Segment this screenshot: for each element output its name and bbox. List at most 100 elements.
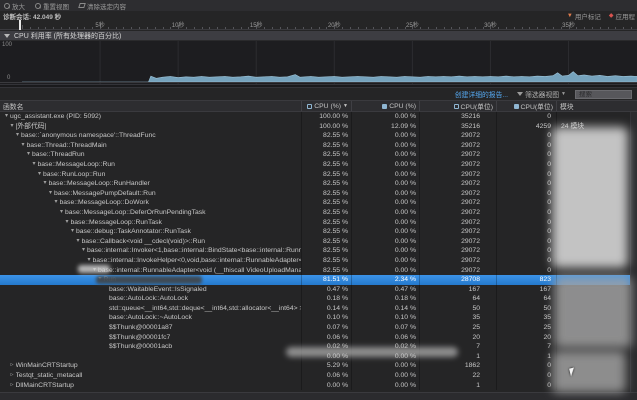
tree-row[interactable]: ▾base::MessagePumpDefault::Run82.55 %0.0… [0, 189, 637, 199]
call-tree-header: 函数名CPU (%)▼CPU (%)CPU(单位)CPU(单位)模块 [0, 100, 637, 112]
section-expander-icon[interactable] [4, 34, 10, 38]
tree-row[interactable]: $$Thunk@00001fc70.06 %0.06 %2020 [0, 333, 637, 343]
column-header-total-cpu-units[interactable]: CPU(单位) [420, 101, 497, 111]
expander-open-icon[interactable]: ▾ [69, 227, 76, 237]
cpu-utilization-chart[interactable]: 100 0 [0, 41, 637, 84]
tree-row[interactable]: ▾base::Callback<void __cdecl(void)>::Run… [0, 237, 637, 247]
horizontal-scrollbar[interactable] [0, 392, 637, 400]
tree-row[interactable]: ▾[外部代码]100.00 %12.09 %35216425924 模块 [0, 122, 637, 132]
ruler-tick [358, 27, 359, 29]
tree-row[interactable]: base::AutoLock::~AutoLock0.10 %0.10 %353… [0, 313, 637, 323]
call-tree: ▾ugc_assistant.exe (PID: 5092)100.00 %0.… [0, 112, 637, 390]
self-cpu-pct-cell: 0.07 % [352, 323, 420, 333]
expander-open-icon[interactable]: ▾ [36, 170, 43, 180]
self-cpu-pct-cell: 0.00 % [352, 112, 420, 122]
expander-open-icon[interactable]: ▾ [58, 208, 65, 218]
timeline-ruler[interactable]: 5秒10秒15秒20秒25秒30秒35秒 [0, 20, 637, 30]
expander-open-icon[interactable]: ▾ [9, 122, 16, 132]
tree-row[interactable]: ▾ugc_assistant.exe (PID: 5092)100.00 %0.… [0, 112, 637, 122]
tree-row-selected[interactable]: ▾Run81.51 %2.34 %28708823 [0, 275, 637, 285]
total-cpu-units-cell: 35216 [420, 122, 497, 132]
function-name-cell: ▾base::MessageLoop::RunHandler [0, 179, 302, 189]
vertical-scrollbar[interactable] [630, 112, 637, 392]
tree-row[interactable]: ▾base::`anonymous namespace'::ThreadFunc… [0, 131, 637, 141]
function-name-cell: ▾base::`anonymous namespace'::ThreadFunc [0, 131, 302, 141]
module-cell [557, 141, 637, 151]
timeline-start-marker[interactable] [19, 20, 21, 30]
create-detailed-report-link[interactable]: 创建详细的报告... [455, 89, 508, 99]
tree-indent [0, 145, 20, 146]
expander-open-icon[interactable]: ▾ [31, 160, 38, 170]
tree-row[interactable]: ▾base::RunLoop::Run82.55 %0.00 %290720 [0, 170, 637, 180]
tree-row[interactable]: ▾base::MessageLoop::DoWork82.55 %0.00 %2… [0, 198, 637, 208]
expander-closed-icon[interactable]: ▹ [9, 361, 16, 371]
tree-row[interactable]: $$Thunk@00001acb0.02 %0.02 %77 [0, 342, 637, 352]
expander-closed-icon[interactable]: ▹ [9, 381, 16, 391]
filter-view-dropdown[interactable]: 筛选器视图 ▼ [517, 89, 566, 99]
cpu-section-header[interactable]: CPU 利用率 (所有处理器的百分比) [0, 31, 637, 41]
tree-indent [0, 356, 102, 357]
function-name-cell: ▾[外部代码] [0, 122, 302, 132]
tree-row[interactable]: 0.00 %0.00 %11 [0, 352, 637, 362]
tree-indent [0, 308, 102, 309]
tree-row[interactable]: ▾base::debug::TaskAnnotator::RunTask82.5… [0, 227, 637, 237]
tree-row[interactable]: ▾base::MessageLoop::Run82.55 %0.00 %2907… [0, 160, 637, 170]
tree-row[interactable]: ▾base::ThreadRun82.55 %0.00 %290720 [0, 150, 637, 160]
ruler-tick [537, 27, 538, 29]
tree-row[interactable]: $$Thunk@00001a870.07 %0.07 %2525 [0, 323, 637, 333]
function-name-cell: base::AutoLock::~AutoLock [0, 313, 302, 323]
total-cpu-units-cell: 29072 [420, 170, 497, 180]
user-marks-label: 用户标记 [575, 11, 601, 21]
clear-selection-icon [78, 3, 86, 8]
tree-row[interactable]: ▾base::internal::InvokeHelper<0,void,bas… [0, 256, 637, 266]
tree-row[interactable]: ▹DllMainCRTStartup0.00 %0.00 %10 [0, 381, 637, 391]
self-cpu-pct-cell: 0.00 % [352, 371, 420, 381]
tree-row[interactable]: ▹WinMainCRTStartup5.29 %0.00 %18620 [0, 361, 637, 371]
tree-row[interactable]: std::queue<__int64,std::deque<__int64,st… [0, 304, 637, 314]
column-header-label: 函数名 [3, 101, 23, 111]
search-input[interactable] [575, 90, 632, 99]
tree-row[interactable]: base::WaitableEvent::IsSignaled0.47 %0.4… [0, 285, 637, 295]
expander-open-icon[interactable]: ▾ [97, 275, 104, 285]
self-cpu-units-cell: 0 [497, 246, 557, 256]
self-cpu-units-cell: 0 [497, 112, 557, 122]
ruler-tick [264, 27, 265, 29]
expander-closed-icon[interactable]: ▹ [9, 371, 16, 381]
expander-open-icon[interactable]: ▾ [53, 198, 60, 208]
tree-row[interactable]: ▾base::MessageLoop::DeferOrRunPendingTas… [0, 208, 637, 218]
column-header-total-cpu-pct[interactable]: CPU (%)▼ [302, 101, 352, 111]
expander-open-icon[interactable]: ▾ [86, 256, 93, 266]
column-header-module[interactable]: 模块 [557, 101, 637, 111]
total-cpu-units-cell: 35216 [420, 112, 497, 122]
tree-row[interactable]: ▾base::internal::RunnableAdapter<void (_… [0, 266, 637, 276]
expander-open-icon[interactable]: ▾ [75, 237, 82, 247]
total-cpu-units-cell: 29072 [420, 150, 497, 160]
total-cpu-units-cell: 29072 [420, 131, 497, 141]
total-cpu-pct-cell: 82.55 % [302, 160, 352, 170]
tree-row[interactable]: ▾base::MessageLoop::RunHandler82.55 %0.0… [0, 179, 637, 189]
zoom-in-button[interactable]: 放大 [4, 1, 25, 11]
tree-row[interactable]: ▾base::Thread::ThreadMain82.55 %0.00 %29… [0, 141, 637, 151]
expander-open-icon[interactable]: ▾ [80, 246, 87, 256]
column-header-self-cpu-units[interactable]: CPU(单位) [497, 101, 557, 111]
column-header-function[interactable]: 函数名 [0, 101, 302, 111]
reset-view-button[interactable]: 重置视图 [35, 1, 69, 11]
sort-desc-icon: ▼ [343, 103, 348, 109]
expander-open-icon[interactable]: ▾ [3, 112, 10, 122]
tree-row[interactable]: ▾base::internal::Invoker<1,base::interna… [0, 246, 637, 256]
total-cpu-units-cell: 29072 [420, 208, 497, 218]
clear-selection-button[interactable]: 清除选定内容 [79, 1, 126, 11]
expander-open-icon[interactable]: ▾ [42, 179, 49, 189]
ruler-tick [576, 27, 577, 29]
expander-open-icon[interactable]: ▾ [25, 150, 32, 160]
expander-open-icon[interactable]: ▾ [47, 189, 54, 199]
expander-open-icon[interactable]: ▾ [14, 131, 21, 141]
expander-open-icon[interactable]: ▾ [20, 141, 27, 151]
expander-open-icon[interactable]: ▾ [91, 266, 98, 276]
tree-indent [0, 126, 9, 127]
expander-open-icon[interactable]: ▾ [64, 218, 71, 228]
tree-row[interactable]: base::AutoLock::AutoLock0.18 %0.18 %6464 [0, 294, 637, 304]
column-header-self-cpu-pct[interactable]: CPU (%) [352, 101, 420, 111]
tree-row[interactable]: ▹Testqt_static_metacall0.06 %0.00 %220 [0, 371, 637, 381]
tree-row[interactable]: ▾base::MessageLoop::RunTask82.55 %0.00 %… [0, 218, 637, 228]
